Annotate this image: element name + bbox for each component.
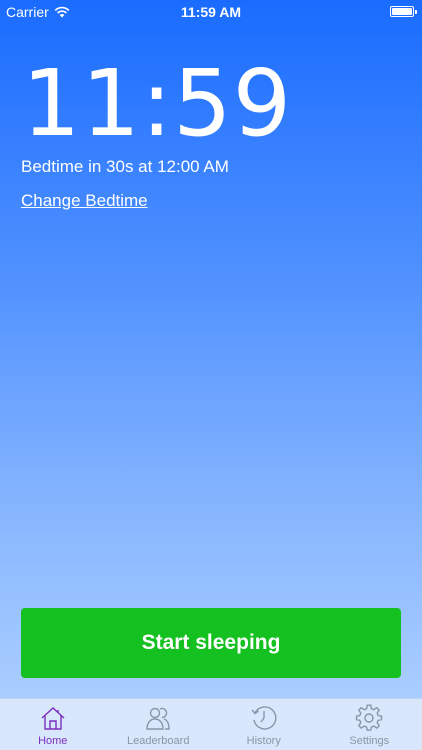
status-time: 11:59 AM [180, 4, 242, 20]
start-sleeping-button[interactable]: Start sleeping [21, 608, 401, 678]
tab-history[interactable]: History [211, 699, 317, 750]
gear-icon [356, 704, 383, 731]
change-bedtime-link[interactable]: Change Bedtime [21, 191, 148, 211]
tab-settings[interactable]: Settings [317, 699, 422, 750]
clock-display: 11:59 [22, 50, 293, 157]
tab-leaderboard[interactable]: Leaderboard [106, 699, 212, 750]
tab-settings-label: Settings [349, 735, 390, 747]
tab-home[interactable]: Home [0, 699, 106, 750]
tab-history-label: History [246, 735, 281, 747]
battery-icon [390, 6, 417, 17]
home-icon [41, 707, 65, 730]
users-icon [146, 707, 170, 730]
status-bar: Carrier 11:59 AM [0, 0, 422, 24]
app-screen: Carrier 11:59 AM 11:59 Bedtime in 30s at… [0, 0, 422, 750]
clock-history-icon [251, 706, 277, 730]
bedtime-countdown: Bedtime in 30s at 12:00 AM [21, 157, 229, 176]
tab-bar: Home Leaderboard History Settings [0, 698, 422, 750]
tab-home-label: Home [38, 735, 68, 747]
tab-leaderboard-label: Leaderboard [127, 735, 190, 747]
